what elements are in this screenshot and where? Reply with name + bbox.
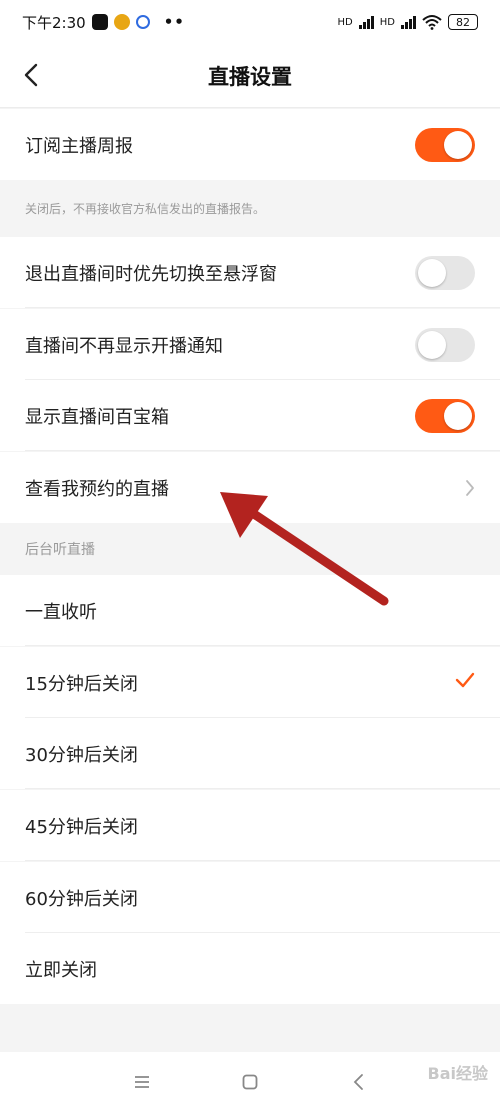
status-time: 下午2:30	[22, 13, 86, 32]
weekly-report-note: 关闭后，不再接收官方私信发出的直播报告。	[25, 202, 266, 216]
section-title: 后台听直播	[25, 542, 95, 558]
setting-weekly-report: 订阅主播周报	[0, 109, 500, 180]
setting-float-window: 退出直播间时优先切换至悬浮窗	[0, 237, 500, 308]
status-bar: 下午2:30 •• HD HD 82	[0, 0, 500, 44]
listen-option[interactable]: 30分钟后关闭	[0, 718, 500, 789]
signal-icon-2	[401, 15, 416, 29]
signal-icon	[358, 15, 374, 29]
my-reservations-link[interactable]: 查看我预约的直播	[0, 452, 500, 523]
home-square-icon	[242, 1074, 258, 1089]
setting-label: 查看我预约的直播	[25, 478, 169, 500]
chevron-right-icon	[466, 479, 474, 496]
wifi-icon	[422, 15, 442, 30]
back-button[interactable]	[16, 60, 46, 90]
check-icon	[455, 672, 475, 688]
system-nav-bar	[0, 1052, 500, 1111]
battery-icon: 82	[448, 14, 478, 30]
setting-label: 订阅主播周报	[25, 135, 133, 157]
home-button[interactable]	[235, 1067, 265, 1097]
listen-option[interactable]: 15分钟后关闭	[0, 647, 500, 718]
baidu-app-icon	[135, 15, 150, 29]
chevron-left-icon	[24, 63, 38, 87]
hd-label-1: HD	[337, 16, 353, 28]
option-label: 15分钟后关闭	[25, 673, 138, 695]
watermark: Bai经验	[427, 1064, 488, 1083]
page-title: 直播设置	[208, 64, 292, 89]
more-notifications-icon: ••	[163, 13, 185, 31]
setting-label: 显示直播间百宝箱	[25, 406, 169, 428]
back-triangle-icon	[353, 1073, 363, 1090]
tiktok-app-icon	[91, 14, 108, 30]
option-label: 30分钟后关闭	[25, 744, 138, 766]
system-back-button[interactable]	[343, 1067, 373, 1097]
listen-option[interactable]: 45分钟后关闭	[0, 790, 500, 861]
option-label: 45分钟后关闭	[25, 816, 138, 838]
option-label: 60分钟后关闭	[25, 888, 138, 910]
setting-hide-notice: 直播间不再显示开播通知	[0, 309, 500, 380]
hide-notice-toggle[interactable]	[415, 327, 475, 362]
setting-label: 退出直播间时优先切换至悬浮窗	[25, 263, 277, 285]
menu-button[interactable]	[127, 1067, 157, 1097]
listen-option[interactable]: 60分钟后关闭	[0, 862, 500, 933]
listen-option[interactable]: 立即关闭	[0, 933, 500, 1004]
listen-option[interactable]: 一直收听	[0, 575, 500, 646]
float-window-toggle[interactable]	[415, 255, 475, 290]
treasure-box-toggle[interactable]	[415, 398, 475, 433]
setting-treasure-box: 显示直播间百宝箱	[0, 380, 500, 451]
menu-icon	[135, 1075, 149, 1088]
weekly-report-toggle[interactable]	[415, 127, 475, 162]
selected-check	[455, 672, 475, 693]
nav-bar: 直播设置	[0, 44, 500, 108]
setting-label: 直播间不再显示开播通知	[25, 335, 223, 357]
option-label: 一直收听	[25, 601, 97, 623]
weibo-app-icon	[113, 14, 130, 30]
hd-label-2: HD	[379, 16, 395, 28]
option-label: 立即关闭	[25, 959, 97, 981]
